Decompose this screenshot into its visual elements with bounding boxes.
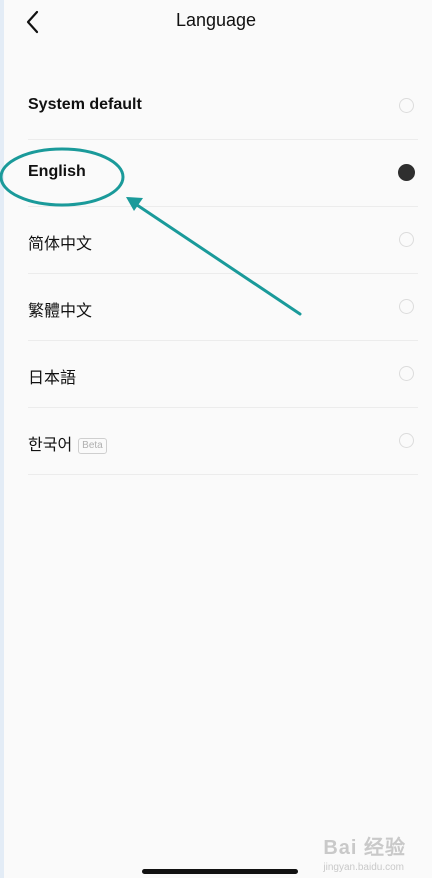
language-option-simplified-chinese[interactable]: 简体中文 bbox=[28, 207, 418, 274]
language-label: 한국어 Beta bbox=[28, 431, 107, 455]
language-option-english[interactable]: English bbox=[28, 140, 418, 207]
watermark-logo: Bai 经验 bbox=[323, 837, 406, 859]
language-option-japanese[interactable]: 日本語 bbox=[28, 341, 418, 408]
language-option-korean[interactable]: 한국어 Beta bbox=[28, 408, 418, 475]
language-label: English bbox=[28, 163, 86, 180]
language-label: 繁體中文 bbox=[28, 303, 93, 320]
language-option-traditional-chinese[interactable]: 繁體中文 bbox=[28, 274, 418, 341]
radio-unselected-icon[interactable] bbox=[399, 366, 414, 381]
radio-unselected-icon[interactable] bbox=[399, 232, 414, 247]
page-title: Language bbox=[175, 10, 257, 30]
language-label-text: 한국어 bbox=[28, 437, 73, 454]
watermark-url: jingyan.baidu.com bbox=[323, 862, 404, 873]
home-indicator[interactable] bbox=[142, 869, 298, 874]
radio-selected-icon[interactable] bbox=[398, 164, 415, 181]
radio-unselected-icon[interactable] bbox=[399, 433, 414, 448]
radio-unselected-icon[interactable] bbox=[399, 98, 414, 113]
language-option-system-default[interactable]: System default bbox=[28, 73, 418, 140]
nav-header: Language bbox=[0, 0, 432, 44]
left-edge-strip bbox=[0, 0, 4, 878]
language-label: System default bbox=[28, 96, 142, 113]
radio-unselected-icon[interactable] bbox=[399, 299, 414, 314]
beta-badge: Beta bbox=[78, 438, 107, 454]
language-label: 简体中文 bbox=[28, 236, 93, 253]
language-label: 日本語 bbox=[28, 370, 77, 387]
language-list: System default English 简体中文 繁體中文 日本語 한국어… bbox=[28, 73, 418, 475]
